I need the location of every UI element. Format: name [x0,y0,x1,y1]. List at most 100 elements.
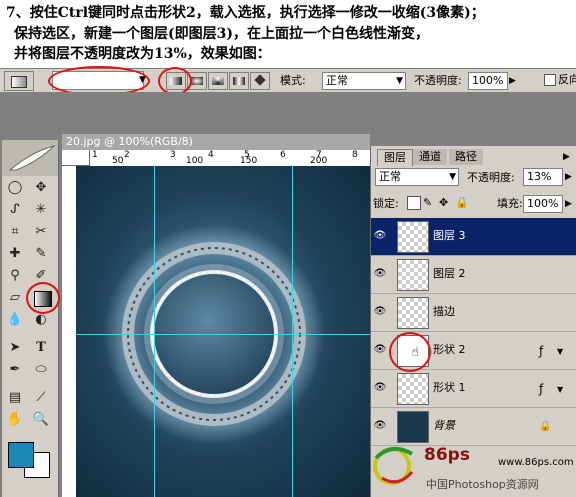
ruler-major-label: 150 [240,156,258,166]
lock-move-icon[interactable]: ✥ [439,196,448,210]
panel-menu-icon[interactable]: ▶ [563,150,570,164]
eye-icon[interactable]: 👁 [373,267,387,281]
ruler-tick-label: 6 [280,150,286,160]
layer-opacity-input[interactable]: 13% [523,168,563,186]
opacity-label: 不透明度: [414,74,462,87]
eye-icon[interactable]: 👁 [373,343,387,357]
tab-layers[interactable]: 图层 [377,149,413,166]
blur-tool-icon[interactable]: 💧 [4,310,26,330]
ruler-major-label: 50 [112,156,124,166]
mode-label: 模式: [280,74,306,87]
mode-select[interactable]: 正常 ▼ [322,72,406,90]
ruler-major-label: 100 [186,156,204,166]
layer-name: 图层 3 [433,229,466,242]
logo-text: 86ps [424,445,470,465]
chevron-down-icon[interactable]: ▼ [557,345,563,359]
instruction-text: 7、按住Ctrl键同时点击形状2，载入选抠，执行选择一修改一收缩(3像素)； 保… [0,0,576,68]
chevron-right-icon[interactable]: ▶ [565,197,572,211]
opacity-input[interactable]: 100% [468,72,508,90]
hand-tool-icon[interactable]: ✋ [4,410,26,430]
layer-name: 背景 [433,419,455,432]
eye-icon[interactable]: 👁 [373,381,387,395]
chevron-down-icon: ▼ [449,172,456,182]
reflected-gradient-button[interactable] [229,72,249,90]
layer-row-shape1[interactable]: 👁 形状 1 ƒ ▼ [371,370,576,408]
blend-mode-select[interactable]: 正常 ▼ [375,168,459,186]
chevron-right-icon[interactable]: ▶ [509,74,516,88]
fill-input[interactable]: 100% [523,195,563,213]
chevron-down-icon[interactable]: ▼ [557,383,563,397]
ruler-tick-label: 4 [208,150,214,160]
angle-gradient-icon [212,77,224,85]
pen-tool-icon[interactable]: ✒ [4,360,26,380]
dodge-tool-icon[interactable]: ◐ [30,310,52,330]
ring-artwork [104,224,324,444]
eyedropper-tool-icon[interactable]: ⟋ [30,388,52,408]
path-selection-tool-icon[interactable]: ➤ [4,338,26,358]
vertical-guide[interactable] [154,166,155,497]
slice-tool-icon[interactable]: ✂ [30,222,52,242]
lock-icon[interactable]: 🔒 [455,196,469,210]
zoom-tool-icon[interactable]: 🔍 [30,410,52,430]
tab-paths[interactable]: 路径 [449,149,483,165]
blend-mode-value: 正常 [379,170,401,183]
layer-name: 形状 2 [433,343,466,356]
layer-row-layer2[interactable]: 👁 图层 2 [371,256,576,294]
layer-effects-icon[interactable]: ƒ [539,344,543,358]
layer-name: 描边 [433,305,455,318]
move-tool-icon[interactable]: ✥ [30,178,52,198]
ruler-major-label: 200 [310,156,328,166]
foreground-color-swatch[interactable] [8,442,34,468]
tool-preset-button[interactable] [4,71,34,91]
chevron-right-icon[interactable]: ▶ [565,170,572,184]
layer-effects-icon[interactable]: ƒ [539,382,543,396]
watermark: 86ps www.86ps.com 中国Photoshop资源网 [366,436,576,497]
ellipse-tool-icon[interactable]: ⬭ [30,360,52,380]
angle-gradient-button[interactable] [208,72,228,90]
marquee-tool-icon[interactable]: ◯ [4,178,26,198]
chevron-down-icon: ▼ [396,76,403,86]
lasso-tool-icon[interactable]: ᔑ [4,200,26,220]
reverse-label: 反向 [558,73,576,86]
toolbox-header [2,140,58,176]
instruction-line-2: 保持选区，新建一个图层(即图层3)，在上面拉一个白色线性渐变， [14,26,429,42]
diamond-gradient-icon [254,74,266,86]
highlight-circle [389,332,431,372]
lock-brush-icon[interactable]: ✎ [423,196,432,210]
brush-tool-icon[interactable]: ✎ [30,244,52,264]
eraser-tool-icon[interactable]: ▱ [4,288,26,308]
eye-icon[interactable]: 👁 [373,305,387,319]
mode-value: 正常 [326,74,348,87]
lock-transparency-checkbox[interactable] [407,196,421,210]
watermark-site: 中国Photoshop资源网 [426,478,539,491]
instruction-line-3: 并将图层不透明度改为13%，效果如图： [14,46,271,62]
layer-thumbnail [397,259,429,291]
horizontal-ruler[interactable]: 1 2 3 4 5 6 7 8 50 100 150 200 [90,150,370,167]
radial-gradient-icon [191,77,203,85]
vertical-ruler[interactable] [62,166,77,497]
ruler-tick-label: 8 [352,150,358,160]
healing-brush-tool-icon[interactable]: ✚ [4,244,26,264]
ruler-tick-label: 2 [124,150,130,160]
magic-wand-tool-icon[interactable]: ✳ [30,200,52,220]
eye-icon[interactable]: 👁 [373,229,387,243]
watermark-url: www.86ps.com [498,457,574,468]
clone-stamp-tool-icon[interactable]: ⚲ [4,266,26,286]
layer-row-layer3[interactable]: 👁 图层 3 [371,218,576,256]
ruler-origin[interactable] [62,150,90,166]
diamond-gradient-button[interactable] [250,72,270,90]
feather-icon [8,145,56,171]
document-title: 20.jpg @ 100%(RGB/8) [62,134,370,150]
horizontal-guide[interactable] [76,334,370,335]
layer-row-stroke[interactable]: 👁 描边 [371,294,576,332]
tab-channels[interactable]: 通道 [413,149,447,165]
vertical-guide[interactable] [292,166,293,497]
notes-tool-icon[interactable]: ▤ [4,388,26,408]
crop-tool-icon[interactable]: ⌗ [4,222,26,242]
toolbox: ◯ ✥ ᔑ ✳ ⌗ ✂ ✚ ✎ ⚲ ✐ ▱ 💧 ◐ ➤ T ✒ ⬭ ▤ ⟋ ✋ … [2,140,60,497]
canvas[interactable] [76,166,370,497]
eye-icon[interactable]: 👁 [373,419,387,433]
reverse-checkbox[interactable] [544,74,556,86]
type-tool-icon[interactable]: T [30,338,52,358]
gradient-tool-icon [11,76,27,88]
